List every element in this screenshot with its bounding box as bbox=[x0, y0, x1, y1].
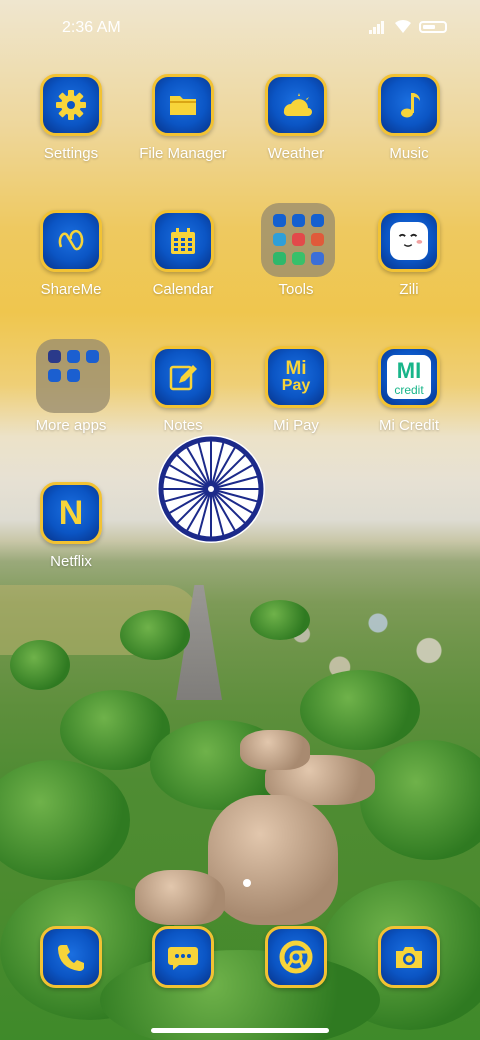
mi-credit-line2: credit bbox=[394, 383, 424, 397]
gear-icon bbox=[40, 74, 102, 136]
mi-pay-line1: Mi bbox=[285, 358, 307, 379]
app-calendar[interactable]: Calendar bbox=[128, 198, 238, 308]
signal-icon bbox=[369, 20, 387, 34]
netflix-letter: N bbox=[58, 493, 84, 532]
folder-grid-icon bbox=[261, 203, 335, 277]
mini-app-icon bbox=[292, 214, 305, 227]
app-label: Notes bbox=[163, 417, 203, 434]
app-tools-folder[interactable]: Tools bbox=[241, 198, 351, 308]
app-more-apps-folder[interactable]: More apps bbox=[16, 334, 126, 444]
wallpaper-rock bbox=[208, 795, 338, 925]
mini-app-icon bbox=[48, 350, 61, 363]
cloud-sun-icon bbox=[265, 74, 327, 136]
app-label: More apps bbox=[35, 417, 107, 434]
wallpaper-tree bbox=[360, 740, 480, 860]
music-note-icon bbox=[378, 74, 440, 136]
home-indicator[interactable] bbox=[151, 1028, 329, 1033]
mini-app-icon bbox=[273, 252, 286, 265]
app-label: Netflix bbox=[50, 553, 92, 570]
mini-app-icon bbox=[48, 369, 61, 382]
app-file-manager[interactable]: File Manager bbox=[128, 62, 238, 172]
app-zili[interactable]: Zili bbox=[354, 198, 464, 308]
folder-grid-icon bbox=[36, 339, 110, 413]
app-music[interactable]: Music bbox=[354, 62, 464, 172]
mini-app-icon bbox=[86, 350, 99, 363]
app-label: ShareMe bbox=[40, 281, 102, 298]
calendar-icon bbox=[152, 210, 214, 272]
dock-chrome[interactable] bbox=[241, 914, 351, 1024]
wallpaper-tree bbox=[300, 670, 420, 750]
mi-pay-icon: Mi Pay bbox=[265, 346, 327, 408]
app-weather[interactable]: Weather bbox=[241, 62, 351, 172]
app-label: Settings bbox=[43, 145, 99, 162]
camera-icon bbox=[378, 926, 440, 988]
dock-phone[interactable] bbox=[16, 914, 126, 1024]
mini-app-icon bbox=[273, 233, 286, 246]
app-label: Mi Pay bbox=[273, 417, 319, 434]
netflix-n-icon: N bbox=[40, 482, 102, 544]
app-label: Tools bbox=[278, 281, 314, 298]
mi-pay-line2: Pay bbox=[281, 377, 311, 394]
app-label: File Manager bbox=[139, 145, 227, 162]
chrome-icon bbox=[265, 926, 327, 988]
zili-face-icon bbox=[378, 210, 440, 272]
page-indicator-dot[interactable] bbox=[243, 879, 251, 887]
message-icon bbox=[152, 926, 214, 988]
status-time: 2:36 AM bbox=[62, 19, 121, 36]
app-label: Calendar bbox=[152, 281, 214, 298]
mini-app-icon bbox=[311, 214, 324, 227]
app-mi-credit[interactable]: MI credit Mi Credit bbox=[354, 334, 464, 444]
wallpaper-rock bbox=[240, 730, 310, 770]
shareme-loop-icon bbox=[40, 210, 102, 272]
ashoka-chakra-widget bbox=[157, 435, 265, 543]
app-label: Zili bbox=[399, 281, 419, 298]
wallpaper-tree bbox=[250, 600, 310, 640]
wallpaper-tree bbox=[0, 760, 130, 880]
mini-app-icon bbox=[273, 214, 286, 227]
wifi-icon bbox=[395, 19, 411, 33]
app-notes[interactable]: Notes bbox=[128, 334, 238, 444]
home-screen: 2:36 AM Settings File Manager Weather Mu… bbox=[0, 0, 480, 1040]
app-settings[interactable]: Settings bbox=[16, 62, 126, 172]
app-mi-pay[interactable]: Mi Pay Mi Pay bbox=[241, 334, 351, 444]
phone-icon bbox=[40, 926, 102, 988]
battery-icon bbox=[419, 21, 447, 33]
mini-app-icon bbox=[311, 252, 324, 265]
app-label: Mi Credit bbox=[378, 417, 439, 434]
mini-app-icon bbox=[67, 350, 80, 363]
mini-app-icon bbox=[67, 369, 80, 382]
notes-pencil-icon bbox=[152, 346, 214, 408]
app-label: Weather bbox=[267, 145, 325, 162]
wallpaper-tree bbox=[120, 610, 190, 660]
mi-credit-icon: MI credit bbox=[378, 346, 440, 408]
dock-messages[interactable] bbox=[128, 914, 238, 1024]
mini-app-icon bbox=[292, 252, 305, 265]
mi-credit-line1: MI bbox=[396, 358, 422, 383]
app-shareme[interactable]: ShareMe bbox=[16, 198, 126, 308]
folder-icon bbox=[152, 74, 214, 136]
mini-app-icon bbox=[292, 233, 305, 246]
app-label: Music bbox=[389, 145, 429, 162]
dock-camera[interactable] bbox=[354, 914, 464, 1024]
wallpaper-tree bbox=[10, 640, 70, 690]
mini-app-icon bbox=[311, 233, 324, 246]
app-netflix[interactable]: N Netflix bbox=[16, 470, 126, 580]
status-bar: 2:36 AM bbox=[0, 0, 480, 56]
